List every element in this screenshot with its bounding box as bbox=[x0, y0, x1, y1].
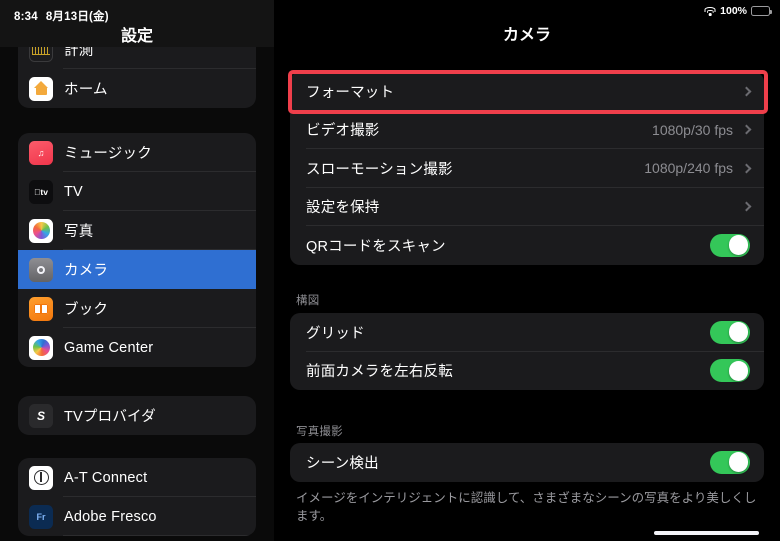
home-indicator[interactable] bbox=[654, 531, 759, 535]
row-video-recording[interactable]: ビデオ撮影 1080p/30 fps bbox=[290, 111, 764, 149]
row-scene-detection[interactable]: シーン検出 bbox=[290, 443, 764, 482]
sidebar-group-2: ♫ ミュージック tv TV 写真 カメラ bbox=[18, 133, 256, 367]
sidebar-item-tv[interactable]: tv TV bbox=[18, 172, 256, 211]
chevron-right-icon bbox=[741, 124, 752, 135]
row-accessory bbox=[741, 86, 752, 97]
sidebar-item-label: TV bbox=[64, 183, 83, 200]
status-bar-right: 100% bbox=[704, 5, 772, 17]
camera-settings-pane: 100% カメラ フォーマット ビデオ撮影 1080p/30 fps スローモー… bbox=[274, 0, 780, 541]
row-label: スローモーション撮影 bbox=[306, 161, 453, 178]
scan-qr-code-toggle[interactable] bbox=[710, 233, 750, 257]
ipad-settings-screen: 計測 ホーム ♫ ミュージック tv TV bbox=[0, 0, 780, 541]
row-preserve-settings[interactable]: 設定を保持 bbox=[290, 188, 764, 226]
row-accessory bbox=[710, 359, 750, 383]
row-label: ビデオ撮影 bbox=[306, 123, 380, 140]
row-mirror-front-camera[interactable]: 前面カメラを左右反転 bbox=[290, 352, 764, 391]
sidebar-item-label: Game Center bbox=[64, 339, 154, 356]
row-format[interactable]: フォーマット bbox=[290, 72, 764, 111]
scene-detection-description: イメージをインテリジェントに認識して、さまざまなシーンの写真をより美しくします。 bbox=[296, 491, 757, 524]
row-label: グリッド bbox=[306, 325, 365, 342]
sidebar-item-game-center[interactable]: Game Center bbox=[18, 328, 256, 367]
row-label: 設定を保持 bbox=[306, 200, 380, 217]
chevron-right-icon bbox=[741, 163, 752, 174]
section-header-photo-capture: 写真撮影 bbox=[296, 426, 343, 438]
row-scan-qr-code[interactable]: QRコードをスキャン bbox=[290, 226, 764, 265]
row-label: フォーマット bbox=[306, 84, 395, 101]
settings-sidebar: 計測 ホーム ♫ ミュージック tv TV bbox=[0, 0, 274, 541]
sidebar-item-label: A-T Connect bbox=[64, 469, 148, 486]
camera-icon bbox=[29, 257, 53, 282]
row-accessory bbox=[710, 233, 750, 257]
divider bbox=[63, 535, 256, 536]
sidebar-item-label: ブック bbox=[64, 302, 109, 318]
grid-toggle[interactable] bbox=[710, 320, 750, 344]
sidebar-item-books[interactable]: ブック bbox=[18, 289, 256, 328]
sidebar-scroll-area[interactable]: 計測 ホーム ♫ ミュージック tv TV bbox=[0, 0, 274, 541]
sidebar-item-camera[interactable]: カメラ bbox=[18, 250, 256, 289]
sidebar-item-photos[interactable]: 写真 bbox=[18, 211, 256, 250]
sidebar-item-adobe-fresco[interactable]: Fr Adobe Fresco bbox=[18, 497, 256, 536]
row-value: 1080p/30 fps bbox=[652, 121, 733, 138]
camera-main-group: フォーマット ビデオ撮影 1080p/30 fps スローモーション撮影 108… bbox=[290, 72, 764, 265]
row-label: QRコードをスキャン bbox=[306, 238, 446, 255]
row-accessory: 1080p/30 fps bbox=[652, 121, 752, 138]
scene-detection-toggle[interactable] bbox=[710, 450, 750, 474]
battery-full-icon bbox=[751, 6, 772, 16]
row-accessory: 1080p/240 fps bbox=[644, 160, 752, 177]
sidebar-header: 8:34 8月13日(金) 設定 bbox=[0, 0, 274, 47]
sidebar-item-label: Adobe Fresco bbox=[64, 508, 157, 525]
photos-icon bbox=[29, 218, 53, 243]
battery-percent-label: 100% bbox=[720, 5, 747, 17]
books-icon bbox=[29, 296, 53, 321]
photo-capture-group: シーン検出 bbox=[290, 443, 764, 482]
sidebar-item-home[interactable]: ホーム bbox=[18, 69, 256, 108]
wifi-icon bbox=[704, 6, 716, 16]
chevron-right-icon bbox=[741, 201, 752, 212]
sidebar-item-at-connect[interactable]: A-T Connect bbox=[18, 458, 256, 497]
detail-page-title: カメラ bbox=[502, 27, 551, 44]
sidebar-item-music[interactable]: ♫ ミュージック bbox=[18, 133, 256, 172]
row-grid[interactable]: グリッド bbox=[290, 313, 764, 352]
row-accessory bbox=[710, 450, 750, 474]
row-label: シーン検出 bbox=[306, 455, 379, 472]
sidebar-group-4: A-T Connect Fr Adobe Fresco bbox=[18, 458, 256, 536]
page-title: 設定 bbox=[120, 28, 153, 45]
sidebar-item-tv-provider[interactable]: S TVプロバイダ bbox=[18, 396, 256, 435]
row-accessory bbox=[710, 320, 750, 344]
sidebar-item-label: ミュージック bbox=[64, 146, 152, 162]
tv-provider-icon: S bbox=[29, 403, 53, 428]
sidebar-item-label: ホーム bbox=[64, 82, 108, 98]
sidebar-item-label: 写真 bbox=[64, 224, 94, 240]
row-label: 前面カメラを左右反転 bbox=[306, 364, 453, 381]
at-connect-icon bbox=[29, 465, 53, 490]
chevron-right-icon bbox=[741, 86, 752, 97]
tv-icon: tv bbox=[29, 179, 53, 204]
adobe-fresco-icon: Fr bbox=[29, 504, 53, 529]
row-slow-motion[interactable]: スローモーション撮影 1080p/240 fps bbox=[290, 149, 764, 188]
game-center-icon bbox=[29, 335, 53, 360]
composition-group: グリッド 前面カメラを左右反転 bbox=[290, 313, 764, 390]
row-value: 1080p/240 fps bbox=[644, 160, 733, 177]
sidebar-item-label: カメラ bbox=[64, 263, 109, 279]
music-icon: ♫ bbox=[29, 140, 53, 165]
sidebar-item-label: TVプロバイダ bbox=[64, 409, 156, 425]
section-header-composition: 構図 bbox=[296, 295, 320, 307]
home-icon bbox=[29, 76, 53, 101]
mirror-front-camera-toggle[interactable] bbox=[710, 359, 750, 383]
row-accessory bbox=[741, 201, 752, 212]
sidebar-group-3: S TVプロバイダ bbox=[18, 396, 256, 435]
